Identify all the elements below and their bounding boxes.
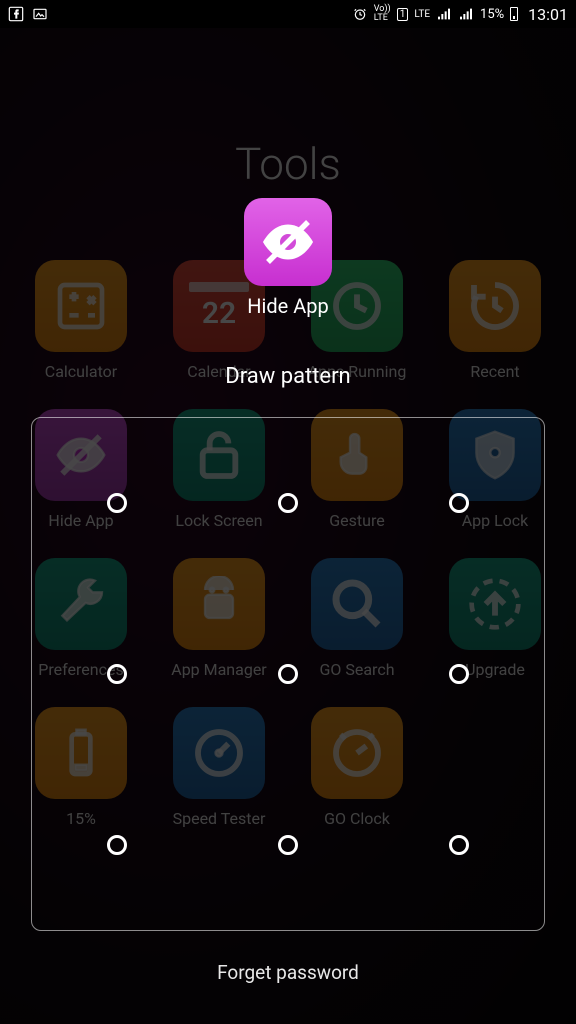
signal-icon xyxy=(436,6,452,22)
locked-app-name: Hide App xyxy=(247,294,328,318)
gallery-icon xyxy=(32,6,48,22)
pattern-dot-7[interactable] xyxy=(107,835,127,855)
volte-indicator: Vo)) LTE xyxy=(374,5,391,23)
pattern-dot-1[interactable] xyxy=(107,493,127,513)
forget-password-link[interactable]: Forget password xyxy=(217,961,359,984)
pattern-dot-4[interactable] xyxy=(107,664,127,684)
clock-time: 13:01 xyxy=(528,5,568,24)
network-type: LTE xyxy=(414,9,430,20)
facebook-icon xyxy=(8,6,24,22)
pattern-dot-8[interactable] xyxy=(278,835,298,855)
pattern-lock-overlay: Hide App Draw pattern Forget password xyxy=(0,28,576,1024)
pattern-grid[interactable] xyxy=(31,417,545,931)
pattern-dot-6[interactable] xyxy=(449,664,469,684)
alarm-icon xyxy=(352,6,368,22)
battery-percent: 15% xyxy=(480,7,504,22)
pattern-dot-5[interactable] xyxy=(278,664,298,684)
pattern-dot-9[interactable] xyxy=(449,835,469,855)
locked-app-icon xyxy=(244,198,332,286)
status-bar: Vo)) LTE 1 LTE 15% 13:01 xyxy=(0,0,576,28)
battery-icon xyxy=(510,7,518,21)
pattern-dot-3[interactable] xyxy=(449,493,469,513)
sim-indicator: 1 xyxy=(397,8,409,21)
signal-icon-2 xyxy=(458,6,474,22)
pattern-instruction: Draw pattern xyxy=(225,364,350,389)
pattern-dot-2[interactable] xyxy=(278,493,298,513)
